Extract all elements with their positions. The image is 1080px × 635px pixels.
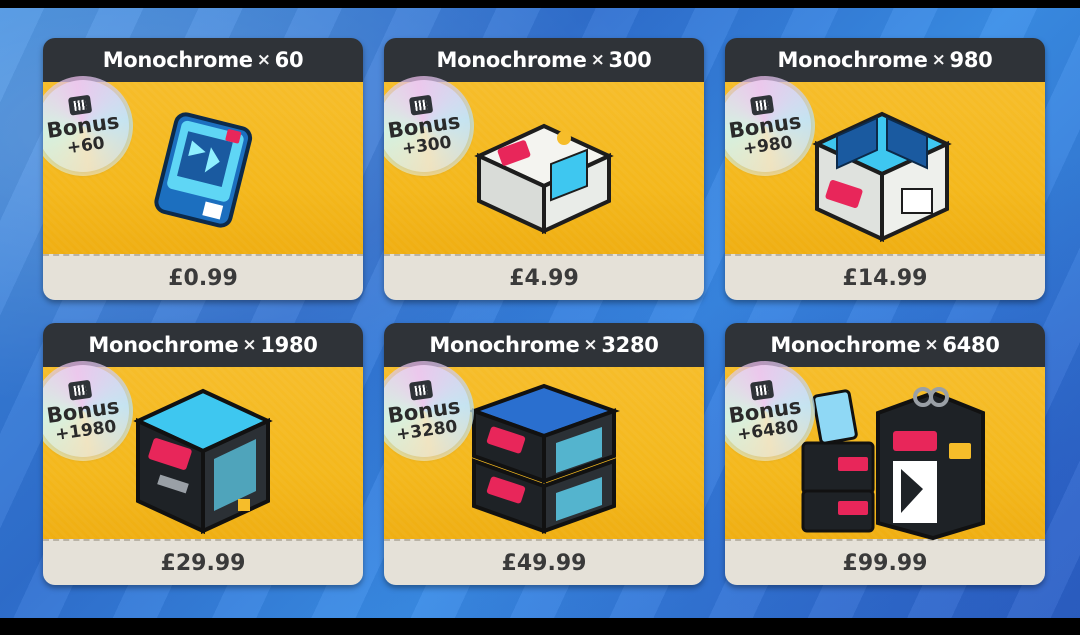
- pack-card-3280[interactable]: Monochrome × 3280 Bonus +3280 £49.99: [384, 323, 704, 585]
- bonus-amount: +300: [400, 132, 453, 160]
- card-title-qty: 980: [949, 48, 993, 72]
- card-title-times: ×: [931, 50, 946, 70]
- bonus-amount: +980: [741, 132, 794, 160]
- card-title-qty: 1980: [260, 333, 318, 357]
- card-title-name: Monochrome: [436, 48, 587, 72]
- card-title-times: ×: [256, 50, 271, 70]
- price-button[interactable]: £0.99: [43, 254, 363, 300]
- film-reel-icon: [749, 94, 775, 116]
- pack-card-1980[interactable]: Monochrome × 1980 Bonus +1980 £29.99: [43, 323, 363, 585]
- card-title-name: Monochrome: [102, 48, 253, 72]
- pack-card-980[interactable]: Monochrome × 980 Bonus +980 £14.99: [725, 38, 1045, 300]
- pack-card-60[interactable]: Monochrome × 60 Bonus +60 £0.99: [43, 38, 363, 300]
- card-title-name: Monochrome: [777, 48, 928, 72]
- monochrome-pack-icon: [133, 388, 273, 535]
- monochrome-pack-icon: [801, 387, 985, 541]
- film-reel-icon: [67, 379, 93, 401]
- card-title-times: ×: [583, 335, 598, 355]
- card-title-qty: 3280: [601, 333, 659, 357]
- card-title-qty: 60: [274, 48, 304, 72]
- card-title: Monochrome × 3280: [384, 323, 704, 367]
- card-title: Monochrome × 1980: [43, 323, 363, 367]
- film-reel-icon: [67, 94, 93, 116]
- pack-card-300[interactable]: Monochrome × 300 Bonus +300 £4.99: [384, 38, 704, 300]
- card-title-qty: 6480: [942, 333, 1000, 357]
- film-reel-icon: [408, 94, 434, 116]
- card-title-times: ×: [242, 335, 257, 355]
- monochrome-pack-icon: [474, 123, 614, 235]
- bonus-amount: +60: [65, 133, 106, 159]
- price-button[interactable]: £99.99: [725, 539, 1045, 585]
- card-title-name: Monochrome: [770, 333, 921, 357]
- card-title: Monochrome × 6480: [725, 323, 1045, 367]
- monochrome-pack-icon: [154, 112, 253, 228]
- card-title-times: ×: [590, 50, 605, 70]
- monochrome-pack-icon: [812, 111, 952, 243]
- price-button[interactable]: £14.99: [725, 254, 1045, 300]
- card-title: Monochrome × 60: [43, 38, 363, 82]
- card-title-times: ×: [924, 335, 939, 355]
- price-button[interactable]: £49.99: [384, 539, 704, 585]
- shop-screen: Monochrome × 60 Bonus +60 £0.99 Monochro…: [0, 8, 1080, 618]
- card-title: Monochrome × 980: [725, 38, 1045, 82]
- monochrome-pack-icon: [468, 383, 620, 534]
- card-title-name: Monochrome: [429, 333, 580, 357]
- card-title: Monochrome × 300: [384, 38, 704, 82]
- price-button[interactable]: £4.99: [384, 254, 704, 300]
- price-button[interactable]: £29.99: [43, 539, 363, 585]
- pack-card-6480[interactable]: Monochrome × 6480 Bonus +6480 £99.99: [725, 323, 1045, 585]
- film-reel-icon: [408, 379, 434, 401]
- card-title-name: Monochrome: [88, 333, 239, 357]
- film-reel-icon: [749, 379, 775, 401]
- card-title-qty: 300: [608, 48, 652, 72]
